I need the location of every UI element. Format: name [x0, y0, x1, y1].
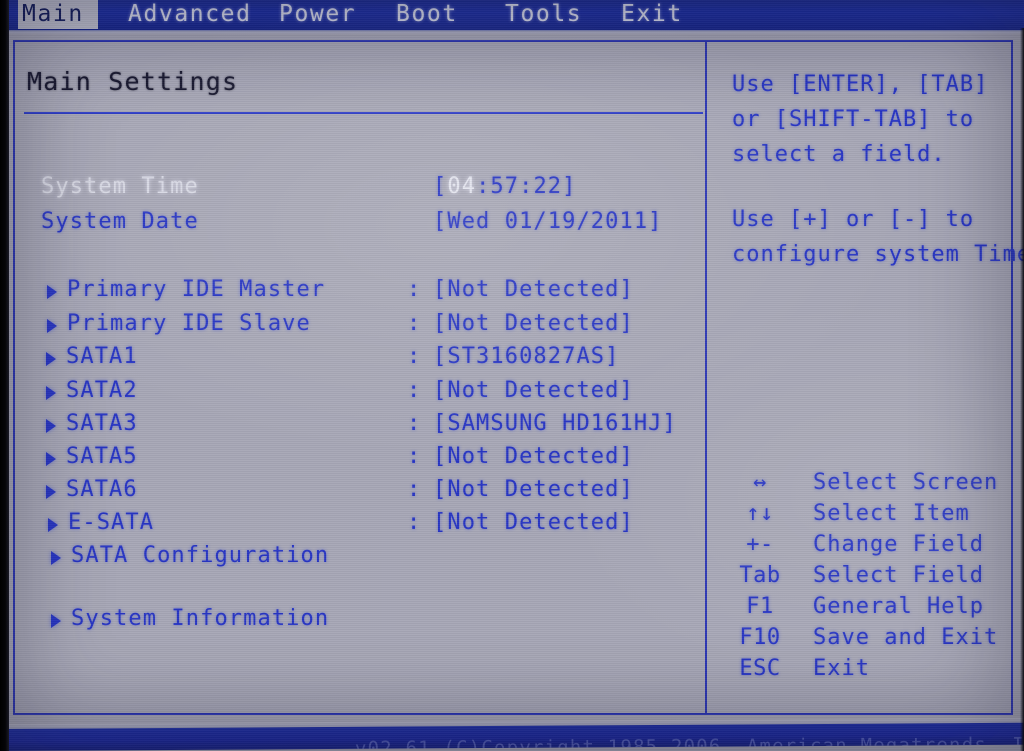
title-divider: [24, 112, 703, 114]
settings-row-value[interactable]: [SAMSUNG HD161HJ]: [433, 411, 677, 436]
submenu-arrow-icon: [46, 485, 56, 499]
settings-row-separator: :: [407, 477, 421, 502]
settings-row-separator: :: [407, 411, 421, 436]
settings-row-separator: :: [407, 344, 421, 369]
settings-row-label: System Time: [41, 174, 199, 199]
settings-row[interactable]: Primary IDE Master: [Not Detected]: [15, 277, 705, 307]
settings-row-label: E-SATA: [68, 510, 155, 535]
settings-row[interactable]: SATA5: [Not Detected]: [15, 444, 705, 474]
settings-row-separator: :: [407, 510, 421, 535]
key-legend-row: ↔ Select Screen: [707, 470, 1013, 499]
main-settings-panel: Main Settings System Time [04:57:22] Syste…: [15, 42, 705, 713]
settings-row[interactable]: SATA6: [Not Detected]: [15, 477, 705, 507]
help-text-line: Use [ENTER], [TAB]: [732, 72, 989, 97]
settings-row[interactable]: SATA1: [ST3160827AS]: [15, 344, 705, 374]
menu-tab-tools[interactable]: Tools: [505, 1, 582, 27]
key-legend-description: Save and Exit: [813, 625, 999, 650]
settings-row[interactable]: System Time [04:57:22]: [15, 174, 705, 204]
menu-tab-exit[interactable]: Exit: [621, 1, 683, 27]
key-legend-description: General Help: [813, 594, 984, 619]
settings-row-label: System Date: [41, 209, 199, 234]
settings-row-label: SATA2: [66, 378, 138, 403]
help-panel: Use [ENTER], [TAB] or [SHIFT-TAB] to selec…: [707, 42, 1024, 713]
settings-row[interactable]: System Information: [15, 606, 705, 636]
help-text-line: Use [+] or [-] to: [732, 207, 975, 232]
settings-row-label: Primary IDE Slave: [67, 311, 311, 336]
key-legend-row: F1 General Help: [707, 594, 1013, 623]
submenu-arrow-icon: [46, 352, 56, 366]
settings-row-separator: :: [407, 277, 421, 302]
settings-row[interactable]: SATA3: [SAMSUNG HD161HJ]: [15, 411, 705, 441]
settings-row-value[interactable]: [Not Detected]: [433, 477, 634, 502]
settings-row-label: Primary IDE Master: [67, 277, 326, 302]
value-prefix: [: [433, 174, 448, 199]
settings-row-label: SATA Configuration: [71, 543, 330, 568]
settings-row-label: SATA6: [66, 477, 138, 502]
page-title: Main Settings: [27, 67, 239, 96]
menu-tab-boot[interactable]: Boot: [396, 1, 458, 27]
key-legend-row: +- Change Field: [707, 532, 1013, 561]
value-suffix: :57:22]: [476, 174, 577, 199]
help-text-line: or [SHIFT-TAB] to: [732, 107, 975, 132]
submenu-arrow-icon: [46, 452, 56, 466]
submenu-arrow-icon: [46, 419, 56, 433]
key-legend-row: Tab Select Field: [707, 563, 1013, 592]
key-legend-row: F10 Save and Exit: [707, 625, 1013, 654]
key-legend-description: Select Screen: [813, 470, 999, 495]
settings-row-label: System Information: [71, 606, 330, 631]
submenu-arrow-icon: [46, 386, 56, 400]
tab-key-icon: Tab: [739, 563, 781, 588]
monitor-bezel-right: [1020, 28, 1024, 751]
esc-key-icon: ESC: [739, 656, 781, 681]
key-legend-description: Select Field: [813, 563, 984, 588]
settings-row-separator: :: [407, 311, 421, 336]
key-legend-description: Select Item: [813, 501, 970, 526]
monitor-bezel-left: [0, 0, 9, 751]
settings-row-value[interactable]: [Not Detected]: [433, 311, 634, 336]
submenu-arrow-icon: [48, 518, 58, 532]
settings-row-separator: :: [407, 444, 421, 469]
value-edit-cursor[interactable]: 04: [447, 174, 476, 199]
settings-row-separator: :: [407, 378, 421, 403]
help-text-line: select a field.: [732, 142, 946, 167]
plus-minus-icon: +-: [746, 532, 774, 557]
left-right-arrow-icon: ↔: [753, 470, 767, 495]
settings-row-value[interactable]: [Wed 01/19/2011]: [433, 209, 663, 234]
menu-tab-advanced[interactable]: Advanced: [128, 1, 252, 27]
submenu-arrow-icon: [51, 551, 61, 565]
f1-key-icon: F1: [746, 594, 774, 619]
footer-copyright: v02.61 (C)Copyright 1985-2006, American …: [354, 733, 1024, 751]
help-text-line: configure system Time.: [732, 242, 1024, 267]
up-down-arrow-icon: ↑↓: [746, 501, 774, 526]
settings-row-value[interactable]: [ST3160827AS]: [433, 344, 620, 369]
settings-row-value[interactable]: [Not Detected]: [433, 510, 634, 535]
menu-tab-main[interactable]: Main: [18, 0, 88, 29]
menu-bar: Main Advanced Power Boot Tools Exit: [0, 0, 1024, 34]
submenu-arrow-icon: [47, 319, 57, 333]
settings-row-label: SATA1: [66, 344, 138, 369]
settings-row-value[interactable]: [Not Detected]: [433, 378, 634, 403]
f10-key-icon: F10: [739, 625, 781, 650]
settings-row[interactable]: E-SATA: [Not Detected]: [15, 510, 705, 540]
settings-row-label: SATA3: [66, 411, 138, 436]
bios-setup-screen: Main Advanced Power Boot Tools Exit Main Sett…: [0, 0, 1024, 751]
key-legend-row: ↑↓ Select Item: [707, 501, 1013, 530]
settings-row-label: SATA5: [66, 444, 138, 469]
settings-row-value[interactable]: [Not Detected]: [433, 277, 634, 302]
settings-row[interactable]: SATA Configuration: [15, 543, 705, 573]
key-legend-row: ESC Exit: [707, 656, 1013, 685]
settings-row[interactable]: SATA2: [Not Detected]: [15, 378, 705, 408]
menu-tab-power[interactable]: Power: [279, 1, 356, 27]
content-frame: Main Settings System Time [04:57:22] Syste…: [13, 40, 1024, 715]
submenu-arrow-icon: [51, 614, 61, 628]
key-legend-description: Exit: [813, 656, 870, 681]
settings-row[interactable]: System Date [Wed 01/19/2011]: [15, 209, 705, 239]
settings-row-value[interactable]: [04:57:22]: [433, 174, 576, 199]
key-legend-description: Change Field: [813, 532, 984, 557]
settings-row[interactable]: Primary IDE Slave: [Not Detected]: [15, 311, 705, 341]
submenu-arrow-icon: [47, 285, 57, 299]
settings-row-value[interactable]: [Not Detected]: [433, 444, 634, 469]
